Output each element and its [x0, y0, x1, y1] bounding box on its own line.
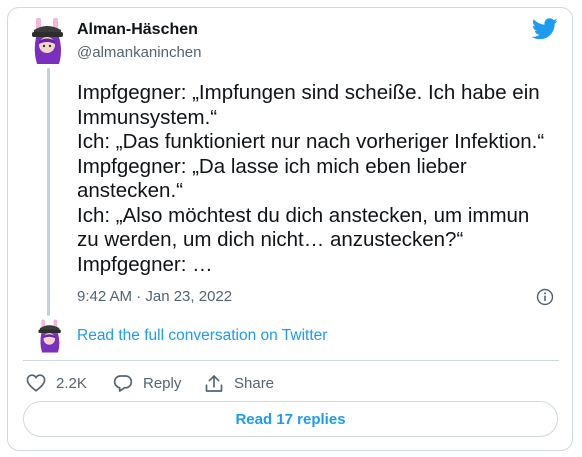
avatar[interactable]	[35, 318, 65, 354]
tweet-line: zu werden, um dich nicht… anzustecken?“	[77, 228, 464, 251]
reply-button[interactable]: Reply	[113, 372, 181, 394]
reply-label: Reply	[143, 374, 182, 392]
author-handle[interactable]: @almankaninchen	[77, 44, 201, 61]
like-button[interactable]: 2.2K	[26, 372, 87, 394]
reply-bubble-icon	[113, 374, 133, 392]
share-icon	[205, 374, 223, 392]
info-icon[interactable]	[536, 288, 554, 306]
heart-icon	[26, 374, 46, 392]
tweet-timestamp[interactable]: 9:42 AM · Jan 23, 2022	[77, 288, 232, 305]
divider	[23, 360, 559, 361]
avatar[interactable]	[28, 16, 68, 66]
author-name[interactable]: Alman-Häschen	[77, 21, 198, 39]
read-conversation-link[interactable]: Read the full conversation on Twitter	[77, 327, 327, 345]
tweet-text: Impfgegner: „Impfungen sind scheiße. Ich…	[77, 81, 562, 277]
share-button[interactable]: Share	[204, 372, 274, 394]
tweet-line: Ich: „Also möchtest du dich anstecken, u…	[77, 203, 530, 227]
read-replies-button[interactable]: Read 17 replies	[23, 401, 558, 437]
like-count: 2.2K	[56, 374, 87, 392]
tweet-line: Impfgegner: „Da lasse ich mich eben lieb…	[77, 154, 467, 178]
tweet-line: anstecken.“	[77, 179, 183, 202]
tweet-line: Impfgegner: „Impfungen sind scheiße. Ich…	[77, 81, 540, 104]
tweet-line: Immunsystem.“	[77, 105, 218, 129]
share-label: Share	[234, 374, 275, 392]
tweet-line: Ich: „Das funktioniert nur nach vorherig…	[77, 130, 545, 153]
thread-line	[47, 68, 50, 316]
tweet-line: Impfgegner: …	[77, 252, 213, 276]
twitter-bird-icon[interactable]	[532, 18, 558, 40]
